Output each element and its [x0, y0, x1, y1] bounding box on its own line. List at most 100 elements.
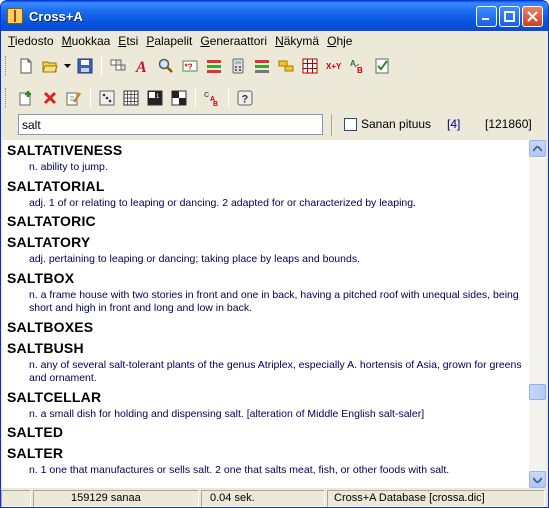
- menu-generaattori[interactable]: Generaattori: [196, 34, 271, 48]
- edit-icon: [66, 92, 81, 106]
- entry-definition: n. a frame house with two stories in fro…: [29, 288, 519, 315]
- list-button[interactable]: [202, 55, 225, 77]
- edit-button[interactable]: [62, 87, 85, 109]
- svg-text:?: ?: [241, 94, 248, 106]
- svg-text:*?: *?: [184, 63, 192, 72]
- xy-icon: X+Y: [326, 62, 342, 71]
- transfer-button[interactable]: [250, 55, 273, 77]
- cab-button[interactable]: CAB: [200, 87, 223, 109]
- word-length-checkbox[interactable]: [344, 118, 357, 131]
- entry-definition: adj. 1 of or relating to leaping or danc…: [29, 196, 416, 209]
- anagram-button[interactable]: [106, 55, 129, 77]
- help-button[interactable]: ?: [233, 87, 256, 109]
- entry-word[interactable]: SALTCELLAR: [7, 389, 529, 408]
- entry-word[interactable]: SALTATORIC: [7, 213, 529, 232]
- total-count: [121860]: [485, 117, 532, 131]
- entry-word[interactable]: SALTATIVENESS: [7, 142, 529, 161]
- checker-button[interactable]: [167, 87, 190, 109]
- entry-definition: n. ability to jump.: [29, 161, 108, 173]
- yellow-blocks-icon: [278, 60, 293, 72]
- close-button[interactable]: [522, 6, 543, 27]
- entry-word[interactable]: SALTBOX: [7, 270, 529, 289]
- help-icon: ?: [237, 90, 252, 106]
- title-bar[interactable]: Cross+A: [1, 1, 548, 31]
- dice-button[interactable]: [95, 87, 118, 109]
- status-bar: 159129 sanaa 0.04 sek. Cross+A Database …: [1, 488, 548, 507]
- new-file-icon: [20, 58, 31, 74]
- menu-palapelit[interactable]: Palapelit: [142, 34, 196, 48]
- ab-button[interactable]: AB: [346, 55, 369, 77]
- entry-definition: n. a small dish for holding and dispensi…: [29, 407, 425, 420]
- entry-word[interactable]: SALTER: [7, 445, 529, 464]
- scroll-up-button[interactable]: [529, 140, 546, 157]
- checklist-button[interactable]: [370, 55, 393, 77]
- window-title: Cross+A: [29, 8, 83, 24]
- new-file-button[interactable]: [14, 55, 37, 77]
- entry-definition: n. 1 one that manufactures or sells salt…: [29, 464, 450, 476]
- entry-word[interactable]: SALTATORY: [7, 234, 529, 253]
- svg-text:C: C: [204, 92, 209, 99]
- delete-icon: [43, 91, 56, 105]
- menu-etsi[interactable]: Etsi: [114, 34, 142, 48]
- entry-definition: adj. pertaining to leaping or dancing; t…: [29, 253, 360, 265]
- save-icon: [77, 58, 92, 74]
- open-button[interactable]: [38, 55, 61, 77]
- maximize-button[interactable]: [499, 6, 520, 27]
- toolbar-separator: [90, 88, 91, 108]
- scroll-up-icon: [533, 145, 542, 152]
- word-length-label[interactable]: Sanan pituus: [361, 117, 431, 131]
- minimize-button[interactable]: [476, 6, 497, 27]
- calculator-icon: [232, 58, 243, 74]
- cab-icon: CAB: [204, 92, 218, 106]
- font-a-icon: A: [135, 59, 147, 74]
- xy-button[interactable]: X+Y: [322, 55, 345, 77]
- number-grid-button[interactable]: 1: [143, 87, 166, 109]
- main-toolbar: A *? X+Y AB: [1, 51, 394, 81]
- menu-muokkaa[interactable]: Muokkaa: [58, 34, 115, 48]
- entry-word[interactable]: SALTBUSH: [7, 340, 529, 359]
- scroll-down-icon: [533, 476, 542, 483]
- toolbar-separator: [101, 56, 102, 76]
- scroll-thumb[interactable]: [529, 384, 546, 400]
- menu-tiedosto[interactable]: Tiedosto: [4, 34, 58, 48]
- minimize-icon: [482, 18, 489, 20]
- dictionary-results[interactable]: SALTATIVENESS n. ability to jump. SALTATOR…: [2, 140, 529, 488]
- search-input[interactable]: [18, 114, 323, 135]
- status-word-count: 159129 sanaa: [33, 489, 199, 507]
- calculator-button[interactable]: [226, 55, 249, 77]
- entry-word[interactable]: SALTBOXES: [7, 319, 529, 338]
- open-dropdown[interactable]: [62, 55, 72, 77]
- font-button[interactable]: A: [130, 55, 153, 77]
- entry-word[interactable]: SALTED: [7, 424, 529, 443]
- svg-text:X+Y: X+Y: [326, 62, 342, 71]
- grid-pattern-button[interactable]: [298, 55, 321, 77]
- toolbar-grip[interactable]: [5, 56, 8, 76]
- status-database: Cross+A Database [crossa.dic]: [327, 489, 545, 507]
- grid-pattern-icon: [302, 58, 317, 74]
- save-button[interactable]: [73, 55, 96, 77]
- vertical-scrollbar[interactable]: [529, 140, 546, 488]
- wildcard-button[interactable]: *?: [178, 55, 201, 77]
- menu-tiedosto-rest: iedosto: [14, 34, 54, 48]
- blocks-button[interactable]: [274, 55, 297, 77]
- checker-icon: [171, 90, 186, 106]
- menu-nakyma[interactable]: Näkymä: [271, 34, 323, 48]
- entry-definition: n. any of several salt-tolerant plants o…: [29, 358, 522, 385]
- entry-word[interactable]: SALTATORIAL: [7, 178, 529, 197]
- delete-button[interactable]: [38, 87, 61, 109]
- anagram-grid-icon: [110, 59, 125, 71]
- grid-button[interactable]: [119, 87, 142, 109]
- toolbar-separator: [195, 88, 196, 108]
- menu-ohje[interactable]: Ohje: [323, 34, 356, 48]
- add-button[interactable]: [14, 87, 37, 109]
- toolbar-grip[interactable]: [5, 88, 8, 108]
- app-book-icon[interactable]: [7, 8, 23, 24]
- wildcard-icon: *?: [182, 60, 197, 72]
- search-magnifier-icon: [158, 58, 173, 73]
- scroll-down-button[interactable]: [529, 471, 546, 488]
- svg-text:A: A: [135, 59, 147, 74]
- red-list-icon: [206, 60, 221, 73]
- svg-text:B: B: [357, 66, 363, 74]
- word-length-value: [4]: [447, 117, 461, 131]
- search-button[interactable]: [154, 55, 177, 77]
